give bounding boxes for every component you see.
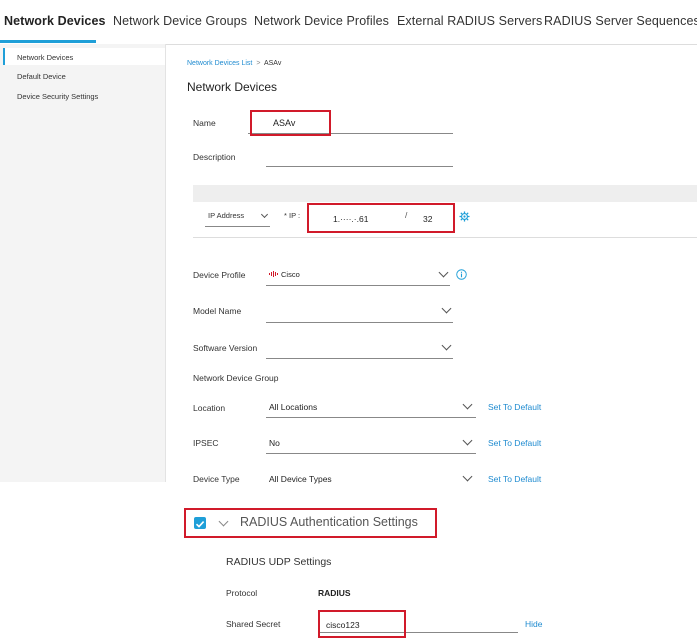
ipsec-label: IPSEC xyxy=(193,438,219,448)
sidebar-active-indicator xyxy=(3,48,5,65)
software-version-label: Software Version xyxy=(193,343,258,353)
radius-udp-heading: RADIUS UDP Settings xyxy=(226,556,332,568)
ipsec-underline xyxy=(266,453,476,454)
page-title: Network Devices xyxy=(187,80,278,94)
model-name-select[interactable] xyxy=(266,322,453,323)
model-name-chevron-down-icon[interactable] xyxy=(441,303,452,314)
sidebar-item-default-device[interactable]: Default Device xyxy=(17,72,66,81)
tab-network-devices[interactable]: Network Devices xyxy=(4,14,106,28)
location-label: Location xyxy=(193,403,226,413)
breadcrumb-link-network-devices-list[interactable]: Network Devices List xyxy=(187,60,252,67)
sidebar: Network Devices Default Device Device Se… xyxy=(0,44,166,482)
sidebar-item-device-security-settings[interactable]: Device Security Settings xyxy=(17,92,98,101)
radius-section-title: RADIUS Authentication Settings xyxy=(240,515,418,529)
ip-label: * IP : xyxy=(284,211,301,220)
hide-secret-link[interactable]: Hide xyxy=(525,619,542,629)
network-device-group-heading: Network Device Group xyxy=(193,373,279,383)
name-label: Name xyxy=(193,118,216,128)
device-type-row: Device Type All Device Types Set To Defa… xyxy=(166,468,697,484)
name-highlight-box xyxy=(250,110,331,136)
breadcrumb-separator: > xyxy=(256,60,261,67)
ip-highlight-box xyxy=(307,203,455,233)
model-name-label: Model Name xyxy=(193,306,242,316)
shared-secret-label: Shared Secret xyxy=(226,619,281,629)
device-profile-underline xyxy=(266,285,450,286)
location-value[interactable]: All Locations xyxy=(269,402,317,412)
ipsec-value[interactable]: No xyxy=(269,438,280,448)
tab-network-device-groups[interactable]: Network Device Groups xyxy=(113,14,247,28)
protocol-value: RADIUS xyxy=(318,588,351,598)
protocol-label: Protocol xyxy=(226,588,258,598)
device-profile-chevron-down-icon[interactable] xyxy=(438,267,449,278)
checkmark-icon xyxy=(195,521,205,528)
software-version-chevron-down-icon[interactable] xyxy=(441,340,452,351)
top-tab-bar: Network Devices Network Device Groups Ne… xyxy=(0,0,697,45)
sidebar-item-network-devices[interactable]: Network Devices xyxy=(17,53,73,62)
tab-network-device-profiles[interactable]: Network Device Profiles xyxy=(254,14,389,28)
radius-enable-checkbox[interactable] xyxy=(194,517,206,529)
description-input[interactable] xyxy=(266,166,453,167)
active-tab-indicator xyxy=(0,40,96,43)
device-profile-value[interactable]: Cisco xyxy=(281,270,300,279)
breadcrumb: Network Devices List > ASAv xyxy=(187,60,281,67)
ipsec-set-to-default-link[interactable]: Set To Default xyxy=(488,438,541,448)
location-set-to-default-link[interactable]: Set To Default xyxy=(488,402,541,412)
ip-type-underline xyxy=(205,226,270,227)
ip-type-select[interactable]: IP Address xyxy=(208,211,244,220)
cisco-logo xyxy=(269,271,278,277)
info-icon[interactable] xyxy=(456,269,467,280)
tab-external-radius-servers[interactable]: External RADIUS Servers xyxy=(397,14,542,28)
location-chevron-down-icon[interactable] xyxy=(462,399,473,410)
ipsec-chevron-down-icon[interactable] xyxy=(462,435,473,446)
device-type-label: Device Type xyxy=(193,474,240,484)
ip-section-header xyxy=(193,185,697,202)
gear-icon[interactable] xyxy=(459,211,470,222)
device-profile-label: Device Profile xyxy=(193,270,246,280)
location-underline xyxy=(266,417,476,418)
device-type-value[interactable]: All Device Types xyxy=(269,474,332,484)
breadcrumb-current: ASAv xyxy=(263,60,282,67)
tab-radius-server-sequences[interactable]: RADIUS Server Sequences xyxy=(544,14,697,28)
device-type-chevron-down-icon[interactable] xyxy=(462,471,473,482)
device-type-set-to-default-link[interactable]: Set To Default xyxy=(488,474,541,484)
description-label: Description xyxy=(193,152,236,162)
shared-secret-highlight-box xyxy=(318,610,406,638)
software-version-select[interactable] xyxy=(266,358,453,359)
